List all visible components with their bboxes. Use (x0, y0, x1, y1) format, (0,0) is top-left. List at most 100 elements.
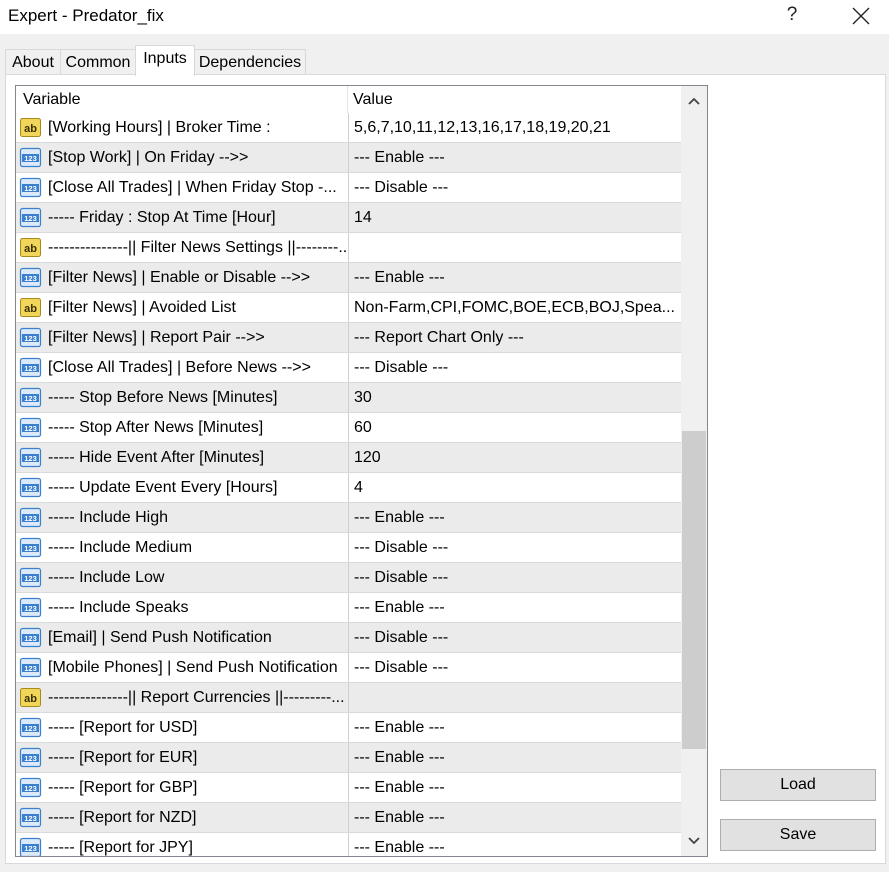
save-button[interactable]: Save (720, 819, 876, 851)
variable-name: ---------------|| Report Currencies ||--… (48, 689, 345, 706)
variable-value[interactable]: --- Disable --- (348, 563, 681, 592)
number-type-icon: 123 (19, 807, 42, 828)
table-row[interactable]: 123 ----- Stop After News [Minutes] 60 (16, 413, 681, 443)
table-row[interactable]: 123 ----- Include High --- Enable --- (16, 503, 681, 533)
inputs-grid: Variable Value ab [Working Hours] | Broke… (15, 85, 708, 857)
variable-name: [Close All Trades] | Before News -->> (48, 359, 311, 376)
svg-text:123: 123 (24, 604, 37, 613)
table-row[interactable]: 123 [Close All Trades] | When Friday Stop… (16, 173, 681, 203)
svg-text:123: 123 (24, 724, 37, 733)
table-row[interactable]: 123 ----- [Report for NZD] --- Enable --- (16, 803, 681, 833)
vertical-scrollbar[interactable] (681, 86, 707, 856)
variable-value[interactable]: 60 (348, 413, 681, 442)
variable-value[interactable]: --- Enable --- (348, 503, 681, 532)
table-row[interactable]: 123 ----- Include Low --- Disable --- (16, 563, 681, 593)
table-row[interactable]: 123 [Mobile Phones] | Send Push Notificat… (16, 653, 681, 683)
table-row[interactable]: 123 ----- Include Medium --- Disable --- (16, 533, 681, 563)
table-row[interactable]: 123 ----- Stop Before News [Minutes] 30 (16, 383, 681, 413)
variable-name: ----- Hide Event After [Minutes] (48, 449, 265, 466)
variable-name: ----- [Report for EUR] (48, 749, 198, 766)
close-button[interactable] (840, 0, 882, 32)
variable-value[interactable]: --- Enable --- (348, 743, 681, 772)
variable-value[interactable]: --- Disable --- (348, 173, 681, 202)
table-row[interactable]: 123 ----- Friday : Stop At Time [Hour] 14 (16, 203, 681, 233)
svg-text:123: 123 (24, 454, 37, 463)
variable-value[interactable]: Non-Farm,CPI,FOMC,BOE,ECB,BOJ,Spea... (348, 293, 681, 322)
scroll-thumb[interactable] (682, 431, 706, 749)
variable-value[interactable]: 5,6,7,10,11,12,13,16,17,18,19,20,21 (348, 113, 681, 142)
svg-text:123: 123 (24, 544, 37, 553)
title-bar: Expert - Predator_fix ? (0, 0, 889, 34)
chevron-down-icon (688, 837, 700, 845)
table-row[interactable]: ab ---------------|| Report Currencies ||… (16, 683, 681, 713)
table-row[interactable]: ab [Filter News] | Avoided List Non-Farm,C… (16, 293, 681, 323)
table-row[interactable]: 123 ----- Include Speaks --- Enable --- (16, 593, 681, 623)
variable-value[interactable]: --- Enable --- (348, 803, 681, 832)
number-type-icon: 123 (19, 447, 42, 468)
variable-value[interactable]: --- Enable --- (348, 833, 681, 856)
variable-value[interactable]: 14 (348, 203, 681, 232)
table-row[interactable]: 123 [Filter News] | Report Pair -->> --- R… (16, 323, 681, 353)
expert-dialog: Expert - Predator_fix ? About Common Inp… (0, 0, 889, 872)
variable-value[interactable]: --- Report Chart Only --- (348, 323, 681, 352)
variable-value[interactable]: --- Enable --- (348, 143, 681, 172)
table-row[interactable]: 123 [Email] | Send Push Notification --- D… (16, 623, 681, 653)
variable-value[interactable]: --- Disable --- (348, 653, 681, 682)
load-button[interactable]: Load (720, 769, 876, 801)
table-row[interactable]: 123 [Close All Trades] | Before News -->>… (16, 353, 681, 383)
variable-value[interactable]: 4 (348, 473, 681, 502)
number-type-icon: 123 (19, 147, 42, 168)
window-title: Expert - Predator_fix (8, 6, 164, 25)
variable-value[interactable]: 120 (348, 443, 681, 472)
table-row[interactable]: 123 ----- [Report for EUR] --- Enable --- (16, 743, 681, 773)
string-type-icon: ab (20, 118, 41, 137)
tab-inputs[interactable]: Inputs (135, 45, 195, 76)
table-row[interactable]: 123 ----- Hide Event After [Minutes] 120 (16, 443, 681, 473)
help-button[interactable]: ? (772, 0, 812, 32)
tab-about[interactable]: About (5, 49, 61, 74)
table-row[interactable]: 123 ----- Update Event Every [Hours] 4 (16, 473, 681, 503)
svg-text:123: 123 (24, 184, 37, 193)
number-type-icon: 123 (19, 747, 42, 768)
string-type-icon: ab (20, 298, 41, 317)
variable-value[interactable]: --- Enable --- (348, 263, 681, 292)
tab-common[interactable]: Common (60, 49, 136, 74)
svg-text:123: 123 (24, 754, 37, 763)
variable-name: ----- Stop After News [Minutes] (48, 419, 264, 436)
table-row[interactable]: 123 ----- [Report for GBP] --- Enable --- (16, 773, 681, 803)
variable-value[interactable] (348, 683, 681, 712)
variable-value[interactable]: 30 (348, 383, 681, 412)
variable-name: ----- [Report for JPY] (48, 839, 193, 856)
variable-value[interactable]: --- Enable --- (348, 713, 681, 742)
table-row[interactable]: 123 ----- [Report for JPY] --- Enable --- (16, 833, 681, 856)
column-header-value[interactable]: Value (348, 86, 681, 113)
table-row[interactable]: 123 ----- [Report for USD] --- Enable --- (16, 713, 681, 743)
variable-value[interactable]: --- Disable --- (348, 533, 681, 562)
variable-name: ----- Update Event Every [Hours] (48, 479, 278, 496)
table-row[interactable]: 123 [Stop Work] | On Friday -->> --- Enabl… (16, 143, 681, 173)
variable-name: ----- Stop Before News [Minutes] (48, 389, 278, 406)
svg-text:123: 123 (24, 814, 37, 823)
variable-value[interactable] (348, 233, 681, 262)
svg-text:ab: ab (24, 693, 37, 705)
table-row[interactable]: ab [Working Hours] | Broker Time : 5,6,7,1… (16, 113, 681, 143)
svg-text:123: 123 (24, 394, 37, 403)
variable-name: [Close All Trades] | When Friday Stop -.… (48, 179, 337, 196)
number-type-icon: 123 (19, 627, 42, 648)
variable-name: ----- [Report for NZD] (48, 809, 197, 826)
number-type-icon: 123 (19, 507, 42, 528)
scroll-up-button[interactable] (681, 88, 707, 114)
variable-name: [Filter News] | Report Pair -->> (48, 329, 265, 346)
table-row[interactable]: 123 [Filter News] | Enable or Disable -->… (16, 263, 681, 293)
variable-name: [Mobile Phones] | Send Push Notification (48, 659, 338, 676)
table-row[interactable]: ab ---------------|| Filter News Settings… (16, 233, 681, 263)
number-type-icon: 123 (19, 207, 42, 228)
variable-value[interactable]: --- Enable --- (348, 773, 681, 802)
variable-value[interactable]: --- Enable --- (348, 593, 681, 622)
variable-value[interactable]: --- Disable --- (348, 353, 681, 382)
column-header-variable[interactable]: Variable (16, 86, 348, 113)
tab-dependencies[interactable]: Dependencies (194, 49, 306, 74)
scroll-down-button[interactable] (681, 828, 707, 854)
variable-value[interactable]: --- Disable --- (348, 623, 681, 652)
svg-text:123: 123 (24, 274, 37, 283)
